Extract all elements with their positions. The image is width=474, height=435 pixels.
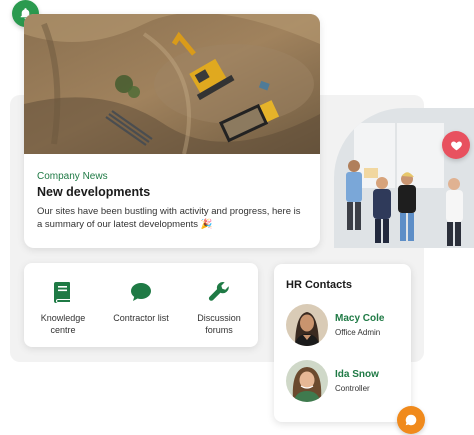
quick-link-label: Knowledge centre (40, 313, 86, 335)
hr-contacts-title: HR Contacts (286, 279, 353, 291)
avatar (286, 360, 328, 402)
avatar (286, 304, 328, 346)
quick-link-contractor-list[interactable]: Contractor list (102, 263, 180, 347)
book-icon (54, 282, 70, 303)
contact-name: Ida Snow (335, 369, 379, 380)
quick-link-label: Contractor list (113, 313, 169, 323)
hr-contact-item[interactable]: Macy Cole Office Admin (286, 304, 406, 348)
quick-links-card: Knowledge centre Contractor list Discuss… (24, 263, 258, 347)
hr-contact-item[interactable]: Ida Snow Controller (286, 360, 406, 404)
heart-icon (450, 140, 462, 150)
contact-role: Controller (335, 384, 370, 393)
contact-name: Macy Cole (335, 313, 385, 324)
quick-link-discussion-forums[interactable]: Discussion forums (180, 263, 258, 347)
news-title[interactable]: New developments (37, 185, 150, 199)
speech-bubble-icon (131, 283, 151, 301)
news-category-tag: Company News (37, 171, 108, 182)
contact-role: Office Admin (335, 328, 381, 337)
construction-site-image (24, 14, 320, 154)
news-summary: Our sites have been bustling with activi… (37, 206, 301, 230)
wrench-icon (208, 282, 229, 301)
favorite-button[interactable] (442, 131, 470, 159)
chat-bubble-icon (405, 414, 417, 426)
company-news-card[interactable]: Company News New developments Our sites … (24, 14, 320, 248)
quick-link-label: Discussion forums (197, 313, 241, 335)
team-meeting-photo (334, 108, 474, 248)
quick-link-knowledge-centre[interactable]: Knowledge centre (24, 263, 102, 347)
hr-contacts-card: HR Contacts Macy Cole Office Admin Ida S… (274, 264, 411, 422)
chat-button[interactable] (397, 406, 425, 434)
